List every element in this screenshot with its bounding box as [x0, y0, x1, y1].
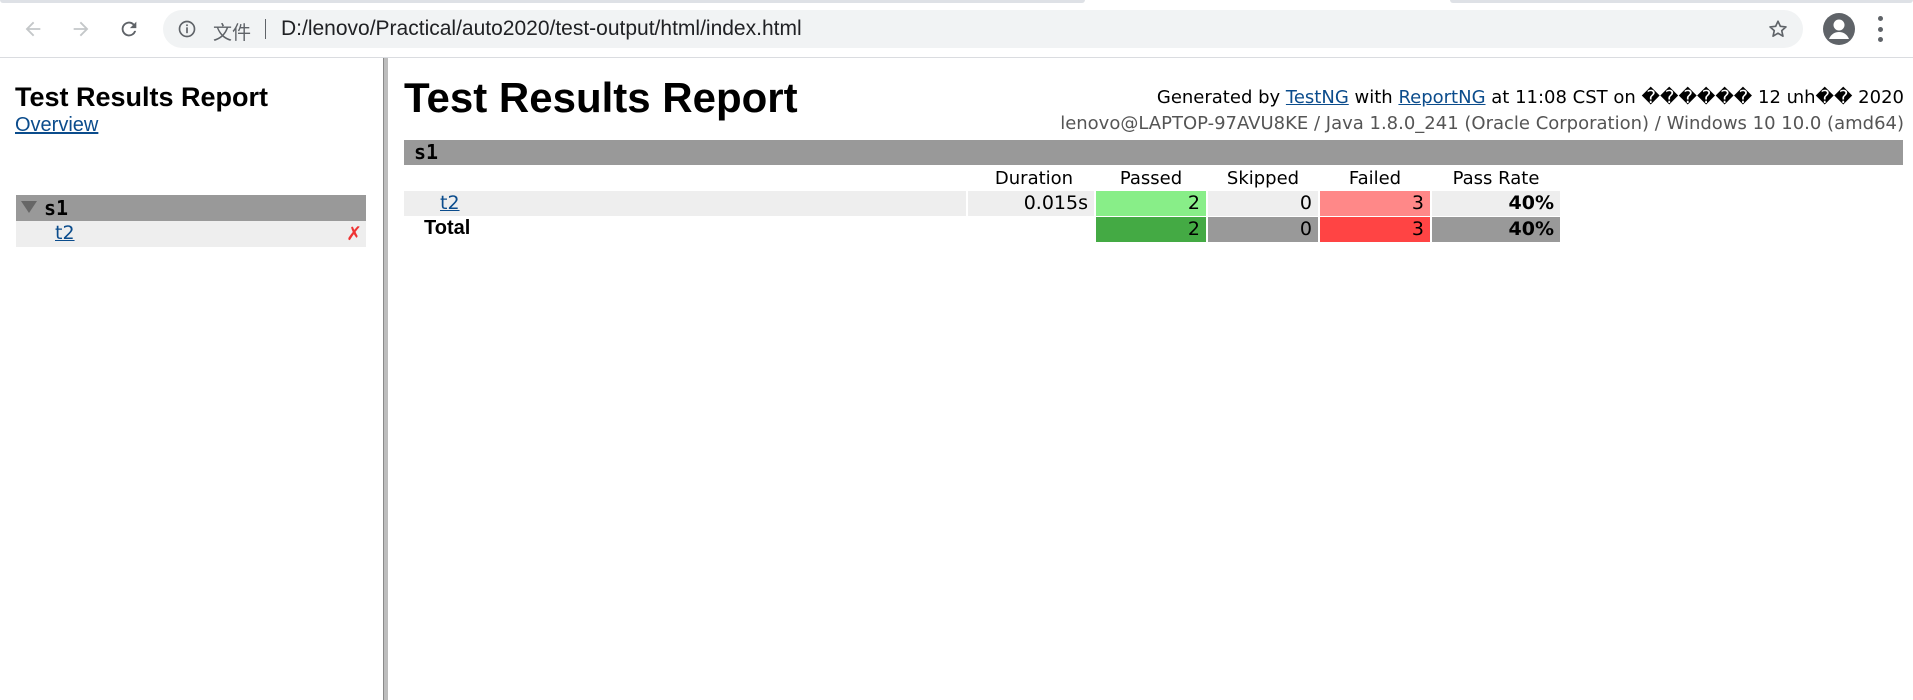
page-title: Test Results Report	[404, 74, 798, 121]
url-text[interactable]: D:/lenovo/Practical/auto2020/test-output…	[281, 17, 802, 41]
collapse-triangle-icon[interactable]	[21, 201, 37, 213]
suite-header[interactable]: s1	[16, 195, 366, 221]
info-icon[interactable]	[177, 19, 197, 39]
back-button[interactable]	[17, 13, 49, 45]
arrow-left-icon	[25, 21, 41, 37]
suite-name: s1	[44, 196, 69, 220]
test-link[interactable]: t2	[55, 222, 75, 244]
suite-header-bar: s1	[404, 140, 1903, 165]
menu-dot-icon	[1877, 16, 1883, 21]
generated-prefix: Generated by	[1156, 87, 1281, 108]
forward-button[interactable]	[65, 13, 97, 45]
test-link[interactable]: t2	[440, 191, 460, 216]
menu-dot-icon	[1877, 26, 1883, 32]
generated-with: with	[1354, 87, 1393, 108]
generated-suffix: at 11:08 CST on ������ 12 տհ�� 2020	[1491, 87, 1904, 108]
scheme-label: 文件	[213, 22, 252, 44]
reportng-link[interactable]: ReportNG	[1398, 87, 1485, 108]
menu-button[interactable]	[1876, 16, 1884, 42]
bookmark-star-icon[interactable]	[1767, 18, 1789, 40]
total-skipped-cell: 0	[1208, 217, 1318, 242]
tab-strip-segment	[0, 0, 1085, 3]
arrow-right-icon	[73, 21, 89, 37]
column-header-failed: Failed	[1348, 168, 1402, 189]
column-header-skipped: Skipped	[1226, 168, 1300, 189]
column-header-pass-rate: Pass Rate	[1452, 168, 1540, 189]
passed-cell: 2	[1096, 191, 1206, 216]
failed-cell: 3	[1320, 191, 1430, 216]
duration-cell: 0.015s	[968, 191, 1094, 216]
total-label: Total	[424, 217, 471, 239]
testng-link[interactable]: TestNG	[1286, 87, 1349, 108]
reload-icon	[121, 21, 137, 37]
suite-name: s1	[414, 140, 439, 164]
system-info: lenovo@LAPTOP-97AVU8KE / Java 1.8.0_241 …	[1060, 113, 1904, 134]
test-name-cell: t2	[404, 191, 966, 216]
sidebar-title: Test Results Report	[15, 82, 269, 112]
suites-frame: Test Results Report Overview s1 t2 ✗	[0, 58, 382, 700]
pass-rate-cell: 40%	[1432, 191, 1560, 216]
reload-button[interactable]	[113, 13, 145, 45]
total-failed-cell: 3	[1320, 217, 1430, 242]
menu-dot-icon	[1877, 37, 1883, 42]
total-pass-rate-cell: 40%	[1432, 217, 1560, 242]
overview-link[interactable]: Overview	[15, 114, 98, 137]
column-header-passed: Passed	[1119, 168, 1183, 189]
skipped-cell: 0	[1208, 191, 1318, 216]
generated-info: Generated by TestNG with ReportNG at 11:…	[1157, 87, 1904, 108]
fail-icon: ✗	[346, 223, 362, 245]
tab-strip	[0, 0, 1913, 3]
total-passed-cell: 2	[1096, 217, 1206, 242]
main-frame: Test Results Report Generated by TestNG …	[388, 58, 1913, 700]
address-bar[interactable]: 文件 D:/lenovo/Practical/auto2020/test-out…	[163, 10, 1803, 48]
column-header-duration: Duration	[994, 168, 1074, 189]
sidebar-item-t2[interactable]: t2 ✗	[16, 221, 366, 247]
profile-avatar-icon[interactable]	[1822, 12, 1856, 46]
tab-strip-segment	[1450, 0, 1913, 3]
browser-toolbar: 文件 D:/lenovo/Practical/auto2020/test-out…	[0, 0, 1913, 58]
address-separator	[265, 19, 266, 39]
